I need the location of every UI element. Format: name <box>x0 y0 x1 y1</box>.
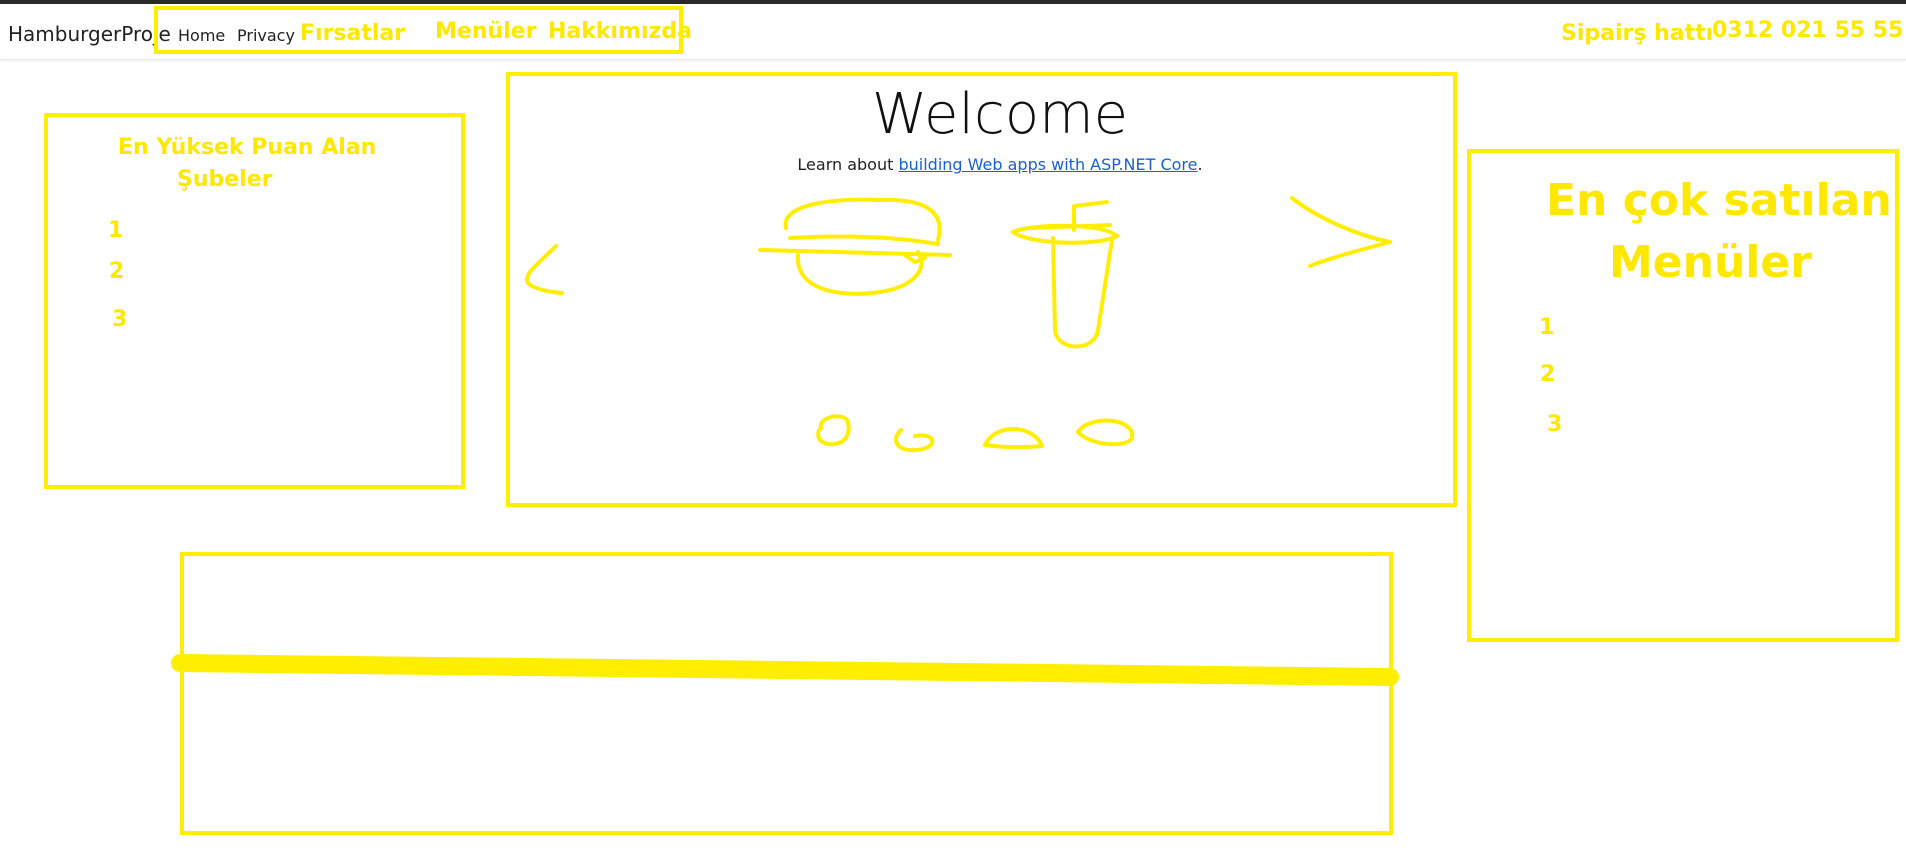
carousel-prev-arrow-icon <box>524 244 564 295</box>
carousel-next-arrow-icon <box>1290 196 1392 268</box>
bottom-panel-slash-line <box>171 654 1399 686</box>
carousel-indicator-icon <box>816 414 851 447</box>
carousel-indicator-icon <box>1076 418 1135 447</box>
carousel-indicator-icon <box>983 427 1044 450</box>
sketch-layer <box>171 196 1399 686</box>
burger-icon <box>758 197 952 296</box>
drink-icon <box>1011 200 1119 349</box>
carousel-indicator-icon <box>894 428 935 453</box>
